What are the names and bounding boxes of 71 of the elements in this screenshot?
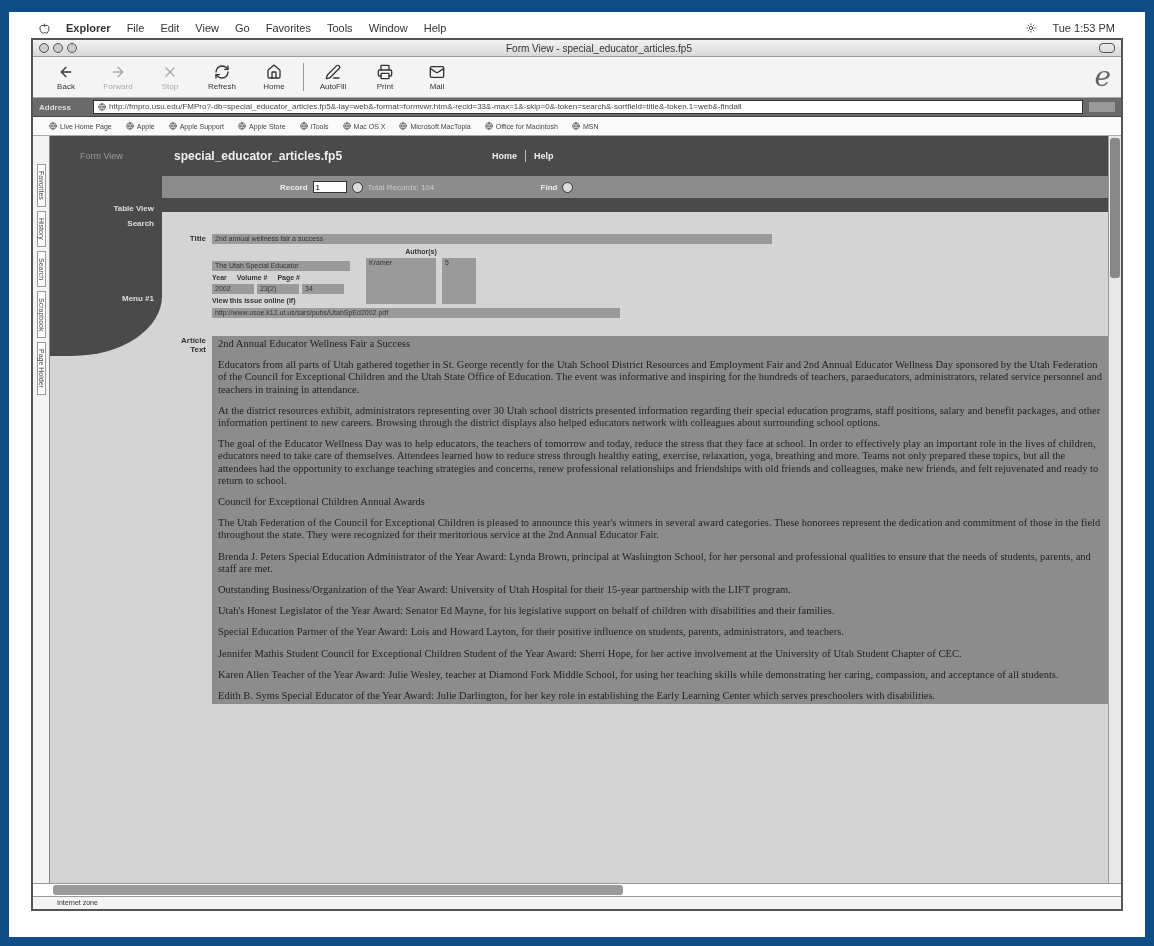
close-button[interactable] — [39, 43, 49, 53]
menu-item[interactable]: Explorer — [66, 22, 111, 34]
globe-icon — [571, 122, 580, 130]
circle-icon[interactable] — [562, 181, 574, 193]
menu-item[interactable]: Edit — [160, 22, 180, 34]
menu-item[interactable]: Go — [235, 22, 250, 34]
globe-icon — [299, 122, 308, 130]
autofill-button[interactable]: AutoFill — [310, 63, 356, 91]
apple-icon[interactable] — [39, 22, 50, 34]
find-label: Find — [540, 182, 558, 192]
article-paragraph: The goal of the Educator Wellness Day was to help educators, the teachers of tomorrow and today, reduce the stress that they face at school. In order to effectively play an important role in the lives of children, educators need to take care of themselves. Attendees learned how to reduce stress through healthy eating, exercise, relaxation, yoga, breathing and more. Teams not only prepared these topics, but all the attendees had the opportunity to exchange teaching strategies and concerns, renew professional relationships and friendships with old friends and colleagues, make new friends, and felt rejuvenated and ready to return to school. — [218, 438, 1100, 488]
article-paragraph: Karen Allen Teacher of the Year Award: Julie Wesley, teacher at Diamond Fork Middle School, for using her teaching skills while demonstrating her caring, compassion, and acceptance of all students. — [218, 668, 1060, 682]
menu-item[interactable]: Window — [368, 22, 408, 34]
article-text-field[interactable] — [212, 336, 1108, 705]
view-label: Form View — [80, 151, 124, 161]
globe-icon — [484, 122, 493, 130]
article-paragraph: The Utah Federation of the Council for Exceptional Children is pleased to announce this year's winners in several award categories. These honorees represent the dedication and commitment of those in the field throughout the state. They were recognized for their meritorious service at the 2nd Annual Educator Fair. — [218, 517, 1102, 542]
record-field[interactable]: 1 — [312, 181, 347, 193]
back-button[interactable]: Back — [43, 63, 89, 91]
globe-icon — [238, 122, 247, 130]
article-paragraph: Jennifer Mathis Student Council for Exceptional Children Student of the Year Award: Sherri Hope, for her active involvement at the University of Utah Student Chapter of CEC. — [218, 647, 963, 660]
clock: Tue 1:53 PM — [1052, 22, 1115, 34]
mail-button[interactable]: Mail — [414, 63, 460, 91]
globe-icon — [399, 122, 408, 130]
address-label: Address — [39, 102, 72, 112]
envelope-icon — [429, 63, 445, 80]
menu-item[interactable]: Tools — [326, 22, 353, 34]
pen-icon — [325, 63, 341, 80]
record-label: Record — [280, 182, 308, 192]
home-button[interactable]: Home — [251, 63, 297, 91]
nav-link[interactable]: Search — [127, 219, 154, 228]
article-paragraph: 2nd Annual Educator Wellness Fair a Success — [218, 338, 411, 351]
address-field[interactable]: http://fmpro.usu.edu/FMPro?-db=special_educator_articles.fp5&-lay=web&-format=formvwr.htm&-recid=33&-max=1&-skip=0&-token=search&-sortfield=title&-token.1=web&-findall — [93, 100, 1083, 114]
globe-icon — [125, 122, 134, 130]
nav-link[interactable]: Table View — [113, 204, 154, 213]
database-name: special_educator_articles.fp5 — [174, 149, 344, 163]
refresh-button[interactable]: Refresh — [199, 63, 245, 91]
printer-icon — [377, 63, 393, 80]
article-paragraph: Special Education Partner of the Year Award: Lois and Howard Layton, for their positive influence on students, parents, administrators, and teachers. — [218, 626, 845, 639]
house-icon — [266, 63, 282, 80]
header-link[interactable]: Home — [484, 151, 525, 161]
field-label: Title — [188, 234, 206, 243]
vertical-scrollbar[interactable] — [1108, 136, 1121, 883]
horizontal-scrollbar[interactable] — [33, 883, 1121, 896]
globe-icon — [98, 103, 106, 111]
field-label: Article Text — [180, 336, 206, 354]
zoom-button[interactable] — [67, 43, 77, 53]
article-paragraph: Council for Exceptional Children Annual Awards — [218, 496, 426, 509]
header-link[interactable]: Help — [526, 151, 562, 161]
minimize-button[interactable] — [53, 43, 63, 53]
article-paragraph: Educators from all parts of Utah gathered together in St. George recently for the Utah School District Resources and Employment Fair and 2nd Annual Educator Wellness Day sponsored by the Utah Federation of the Council for Exceptional Children and the Utah State Office of Education. The event was informative and inspiring for the hundreds of teachers, paraeducators, administrators, related service personnel and teachers in training in attendance. — [218, 359, 1102, 396]
browser-logo: e — [1094, 63, 1111, 91]
menu-item[interactable]: Favorites — [265, 22, 311, 34]
window-title: Form View - special_educator_articles.fp5 — [505, 42, 693, 54]
article-paragraph: Edith B. Syms Special Educator of the Year Award: Julie Darlington, for her key role in establishing the Early Learning Center which serves preschoolers with disabilities. — [218, 690, 937, 703]
article-paragraph: Brenda J. Peters Special Education Administrator of the Year Award: Lynda Brown, principal at Washington School, for her personal and professional qualities to ensure that the needs of students, parents, and staff are met. — [218, 550, 1092, 576]
menu-item[interactable]: File — [126, 22, 145, 34]
globe-icon — [49, 122, 57, 130]
print-button[interactable]: Print — [362, 63, 408, 91]
globe-icon — [168, 122, 177, 130]
article-paragraph: Outstanding Business/Organization of the Year Award: University of Utah Hospital for their 15-year partnership with the LIFT program. — [218, 584, 792, 597]
article-paragraph: Utah's Honest Legislator of the Year Award: Senator Ed Mayne, for his legislative support on behalf of children with disabilities and their families. — [218, 605, 836, 618]
globe-icon — [342, 122, 351, 130]
menu-item[interactable]: View — [195, 22, 219, 34]
toolbar-toggle-button[interactable] — [1099, 43, 1115, 53]
menu-item[interactable]: Help — [423, 22, 447, 34]
article-paragraph: At the district resources exhibit, administrators representing over 30 Utah school districts presented information regarding their special education programs, staff positions, salary and benefit packages, and other information pertinent to new careers. Browsing through the district displays also helped educators network with colleagues about surrounding school options. — [218, 404, 1102, 430]
circle-icon[interactable] — [351, 181, 363, 193]
sun-icon[interactable] — [1026, 23, 1037, 33]
nav-link[interactable]: Menu #1 — [122, 294, 154, 303]
refresh-icon — [214, 63, 230, 80]
